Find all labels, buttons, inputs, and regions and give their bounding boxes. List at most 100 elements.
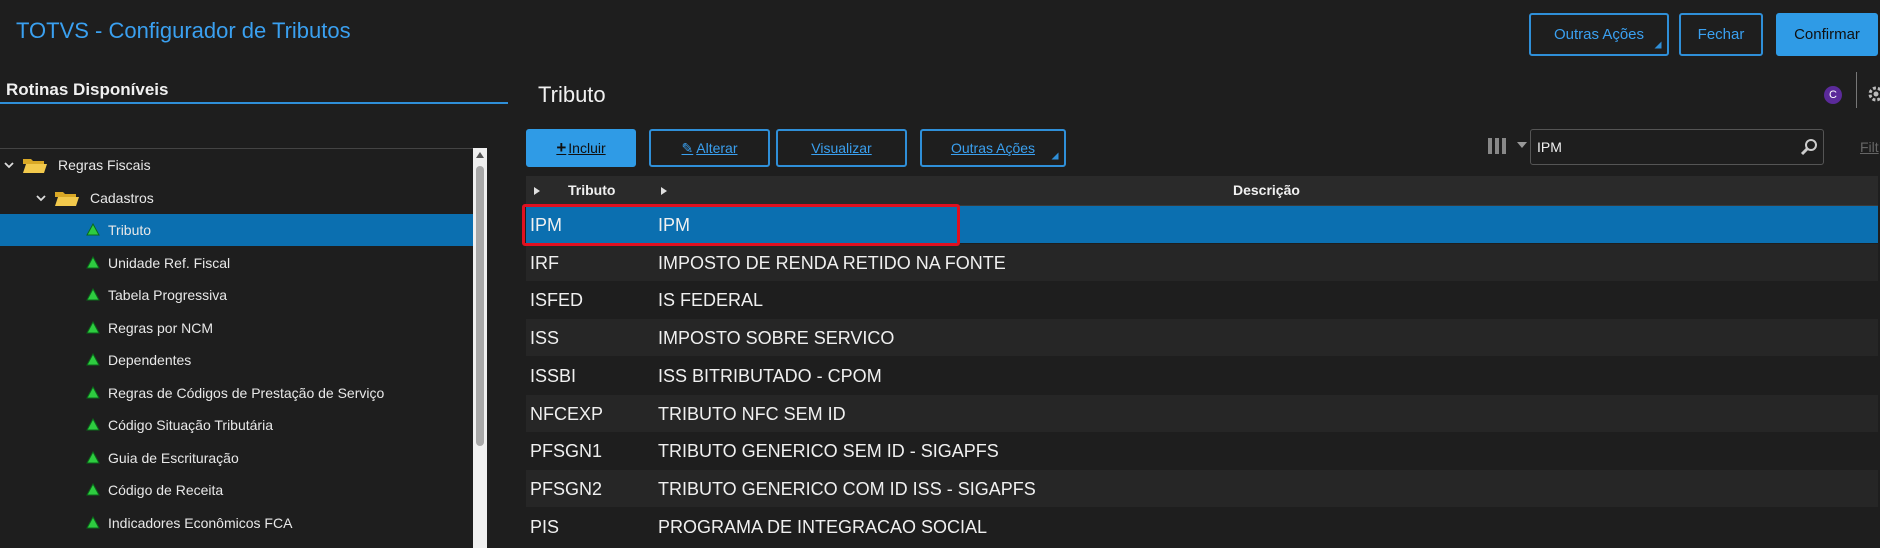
green-triangle-icon [86,515,100,528]
tree-item[interactable]: Regras Fiscais [0,149,473,181]
column-header-descricao[interactable]: Descrição [1233,182,1300,198]
cell-tributo: NFCEXP [530,403,604,424]
visualizar-button[interactable]: Visualizar [776,129,907,167]
visualizar-label: Visualizar [811,140,872,156]
scroll-up-icon[interactable] [476,152,484,158]
left-panel-title: Rotinas Disponíveis [6,80,169,99]
cell-descricao: IS FEDERAL [658,290,764,311]
header-outras-acoes-label: Outras Ações [1553,26,1645,43]
tree-item-label: Código Situação Tributária [108,417,273,433]
scroll-thumb[interactable] [476,166,484,446]
dropdown-corner-icon [1654,41,1662,49]
cell-tributo: IRF [530,252,559,273]
sort-caret-icon[interactable] [534,187,540,195]
incluir-button[interactable]: + Incluir [526,129,636,167]
tree-item[interactable]: Regras de Códigos de Prestação de Serviç… [0,377,473,409]
chevron-down-icon[interactable] [36,193,46,203]
tree-scrollbar[interactable] [473,148,487,548]
tree-item[interactable]: Cadastros [0,182,473,214]
cell-descricao: IMPOSTO SOBRE SERVICO [658,328,895,349]
cell-tributo: ISSBI [530,365,577,386]
tree-item[interactable]: Regras por NCM [0,312,473,344]
sort-caret-icon[interactable] [661,187,667,195]
cell-tributo: PIS [530,516,560,537]
app-title: TOTVS - Configurador de Tributos [16,18,351,43]
folder-open-icon [55,191,79,206]
table-row[interactable]: NFCEXP TRIBUTO NFC SEM ID [526,394,1878,432]
dropdown-corner-icon [1051,152,1059,160]
header-outras-acoes-button[interactable]: Outras Ações [1529,13,1669,56]
tree-item-label: Guia de Escrituração [108,449,239,466]
outras-acoes-label: Outras Ações [950,140,1036,156]
chevron-down-icon[interactable] [1517,142,1527,148]
green-triangle-icon [86,483,100,496]
table-row[interactable]: ISSBI ISS BITRIBUTADO - CPOM [526,357,1878,394]
table-row[interactable]: PIS PROGRAMA DE INTEGRACAO SOCIAL [526,508,1878,545]
outras-acoes-button[interactable]: Outras Ações [920,129,1066,167]
highlight-box [522,204,960,246]
confirmar-button[interactable]: Confirmar [1776,13,1878,56]
green-triangle-icon [86,320,100,333]
fechar-label: Fechar [1697,26,1745,43]
green-triangle-icon [86,223,100,236]
tree-item-label: Regras Fiscais [58,157,151,173]
chevron-down-icon[interactable] [4,160,14,170]
columns-icon[interactable] [1487,137,1507,155]
divider [1856,72,1857,108]
tree-item-label: Indicadores Econômicos FCA [108,514,293,531]
incluir-label: Incluir [568,140,606,156]
tree-item-label: Dependentes [108,352,192,368]
grid-header: Tributo Descrição [526,176,1878,206]
tree-item[interactable]: Unidade Ref. Fiscal [0,247,473,279]
table-row[interactable]: PFSGN1 TRIBUTO GENERICO SEM ID - SIGAPFS [526,432,1878,469]
cell-descricao: IMPOSTO DE RENDA RETIDO NA FONTE [658,252,1006,273]
tree-item-label: Regras de Códigos de Prestação de Serviç… [108,384,385,401]
cell-descricao: PROGRAMA DE INTEGRACAO SOCIAL [658,516,988,537]
cell-descricao: TRIBUTO NFC SEM ID [658,403,846,424]
c-logo-icon[interactable]: C [1824,86,1842,104]
routine-tree: Regras Fiscais Cadastros Tributo Unidade Re… [0,148,475,548]
table-row[interactable]: ISFED IS FEDERAL [526,281,1878,318]
fechar-button[interactable]: Fechar [1679,13,1763,56]
green-triangle-icon [86,385,100,398]
cell-descricao: ISS BITRIBUTADO - CPOM [658,365,882,386]
confirmar-label: Confirmar [1794,26,1860,43]
cell-descricao: TRIBUTO GENERICO COM ID ISS - SIGAPFS [658,478,1036,499]
gear-icon[interactable] [1866,84,1880,104]
tree-item-label: Tabela Progressiva [108,287,228,303]
cell-descricao: TRIBUTO GENERICO SEM ID - SIGAPFS [658,441,999,462]
tree-item-label: Cadastros [90,189,154,206]
tree-item[interactable]: Tributo [0,214,473,246]
column-header-tributo[interactable]: Tributo [568,182,615,198]
tree-item[interactable]: Dependentes [0,344,473,376]
alterar-button[interactable]: ✎ Alterar [649,129,770,167]
table-row[interactable]: IRF IMPOSTO DE RENDA RETIDO NA FONTE [526,243,1878,281]
green-triangle-icon [86,255,100,268]
tree-item[interactable]: Tabela Progressiva [0,279,473,311]
pencil-icon: ✎ [681,139,694,156]
tree-item-label: Código de Receita [108,482,224,498]
cell-tributo: ISFED [530,290,584,311]
left-panel: Rotinas Disponíveis Regras Fiscais Cadast… [0,70,510,548]
cell-tributo: PFSGN2 [530,478,603,499]
alterar-label: Alterar [696,140,738,156]
tree-item[interactable]: Código Situação Tributária [0,409,473,441]
search-icon[interactable] [1800,138,1818,156]
page-title: Tributo [538,82,606,107]
app-header: TOTVS - Configurador de Tributos Outras … [0,0,1880,70]
search-input[interactable] [1530,129,1824,165]
table-row[interactable]: ISS IMPOSTO SOBRE SERVICO [526,319,1878,357]
green-triangle-icon [86,353,100,366]
folder-open-icon [23,159,47,173]
tree-item[interactable]: Indicadores Econômicos FCA [0,507,473,539]
tree-item[interactable]: Guia de Escrituração [0,442,473,474]
tree-item-label: Regras por NCM [108,319,214,336]
green-triangle-icon [86,450,100,463]
table-row[interactable]: PFSGN2 TRIBUTO GENERICO COM ID ISS - SIGA… [526,469,1878,507]
green-triangle-icon [86,288,100,301]
tree-item[interactable]: Código de Receita [0,474,473,506]
green-triangle-icon [86,418,100,431]
tree-item-label: Unidade Ref. Fiscal [108,254,231,271]
filter-link[interactable]: Filt [1860,139,1879,155]
tree-item-label: Tributo [108,222,152,238]
